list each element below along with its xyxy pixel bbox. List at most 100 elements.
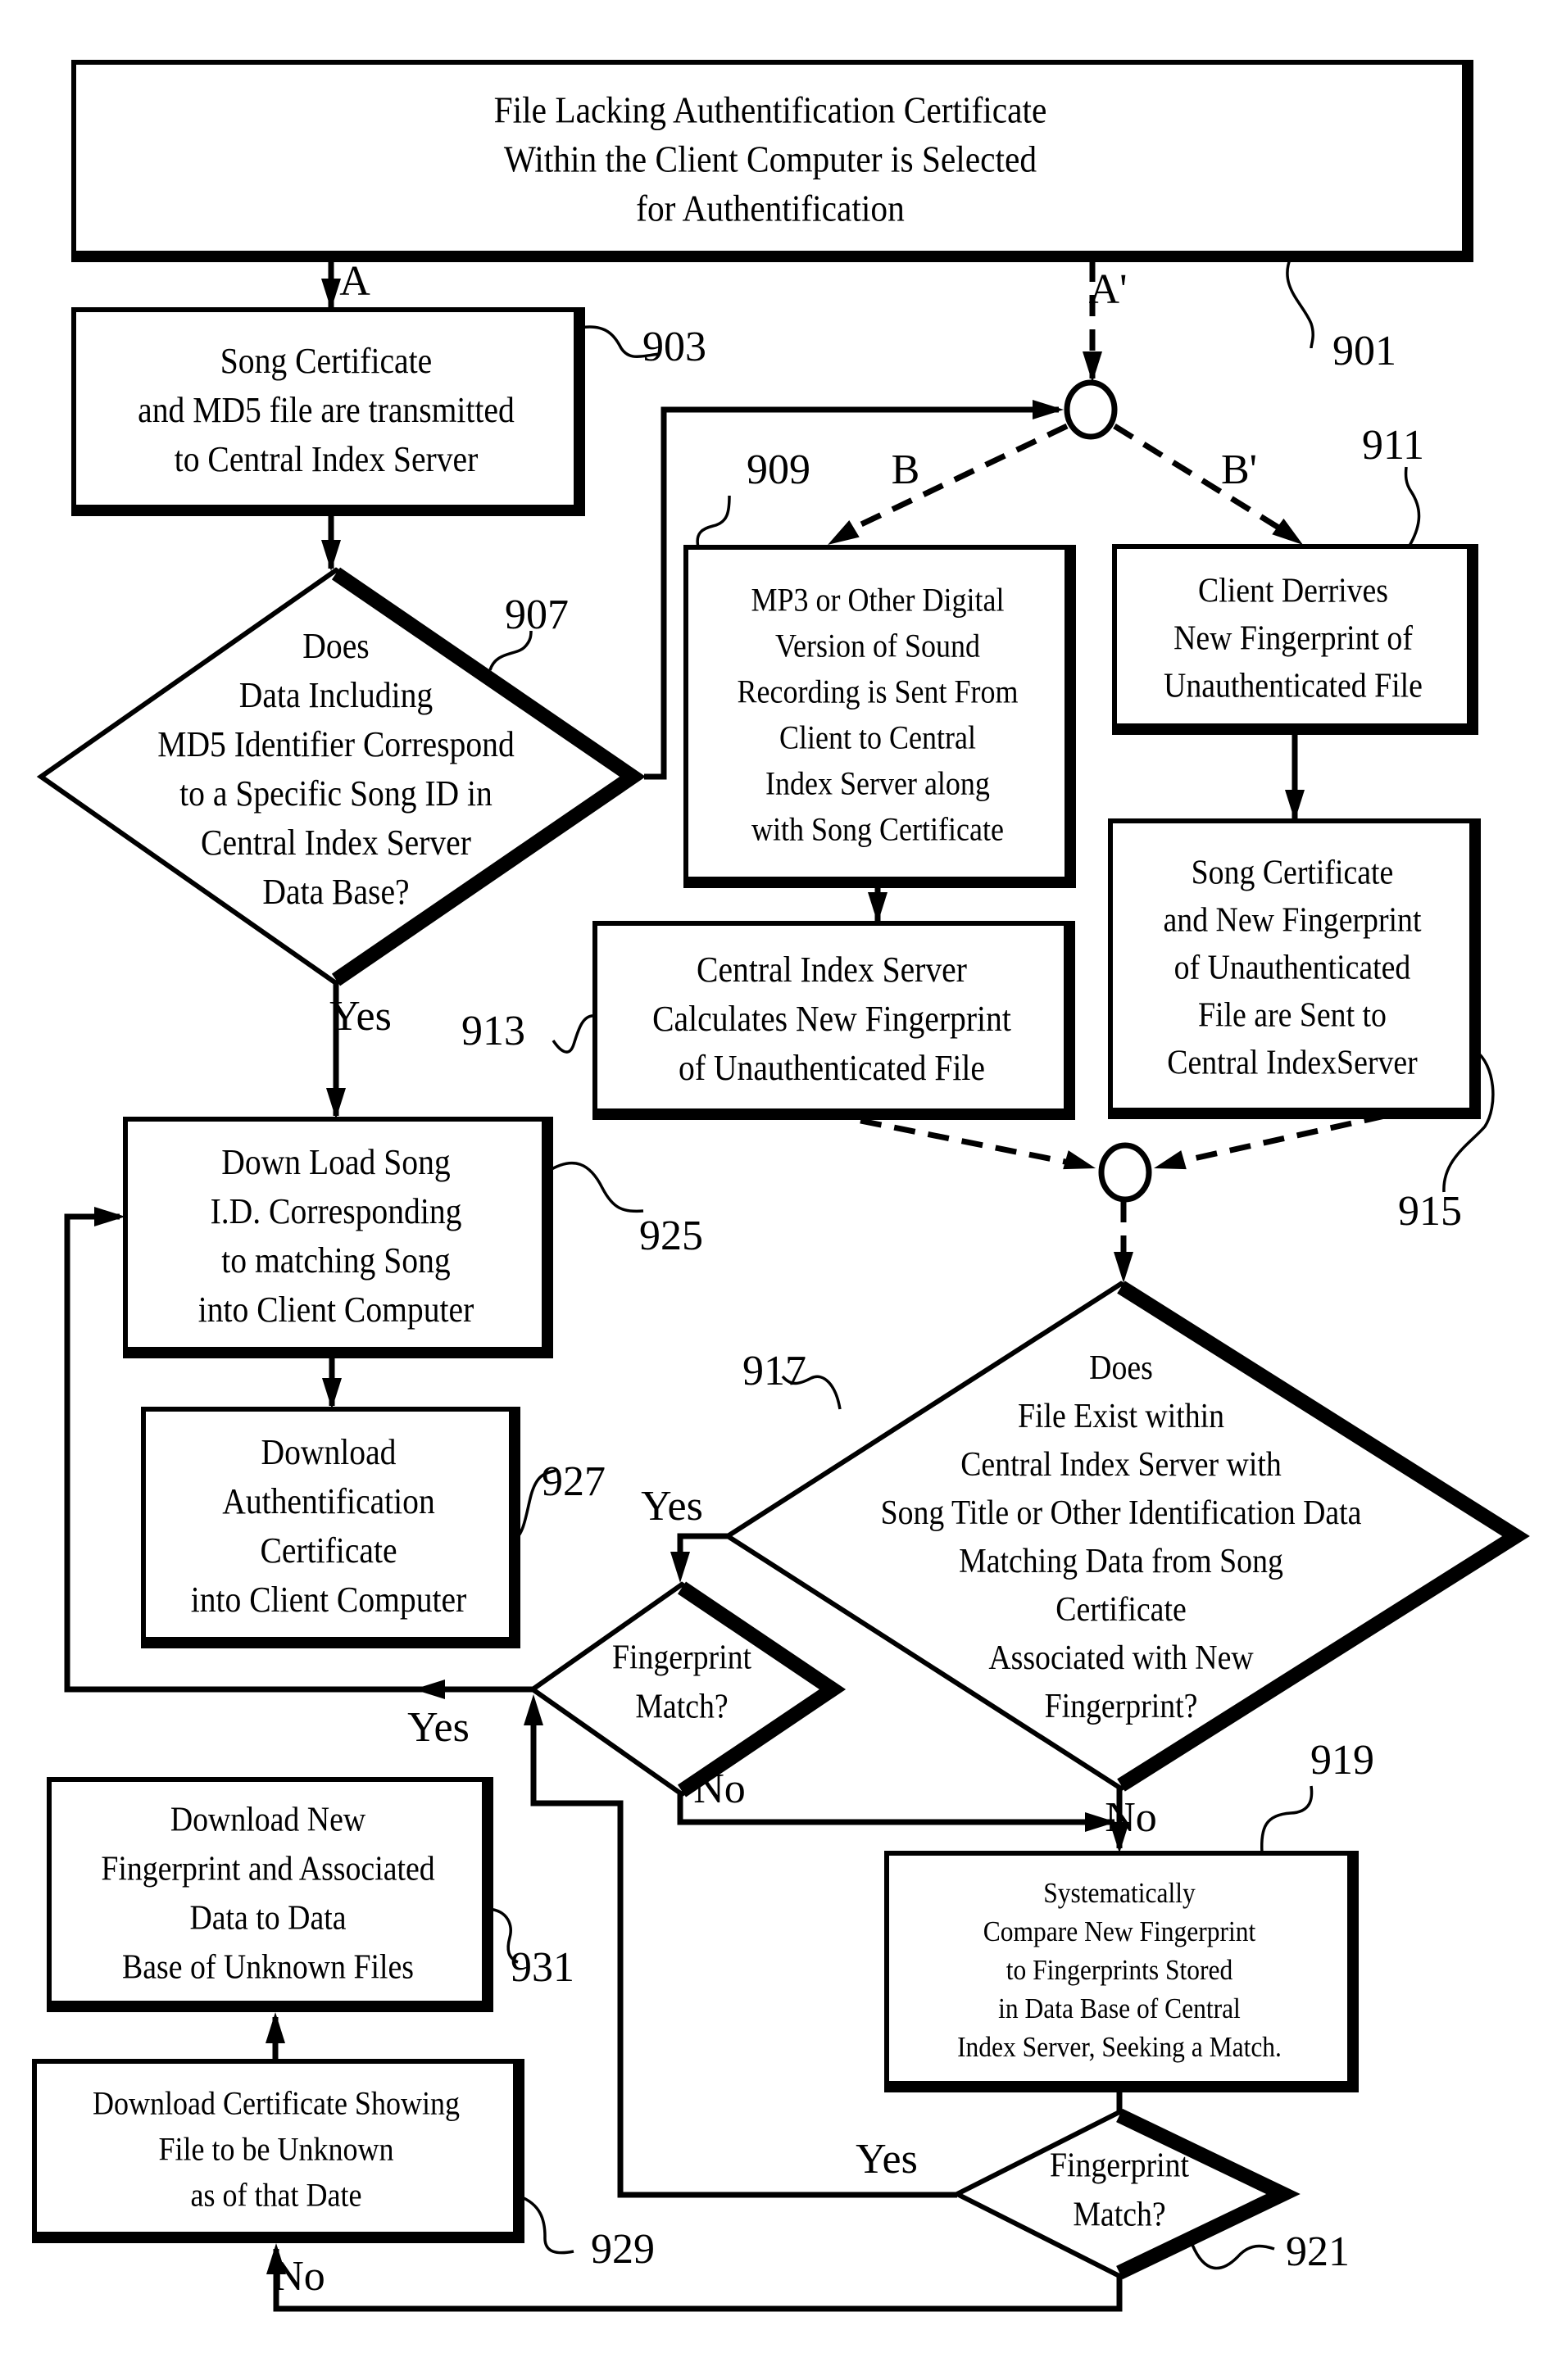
- edge-label-yes-fp1: Yes: [407, 1704, 470, 1751]
- node-text-line: New Fingerprint of: [1173, 619, 1413, 657]
- node-text-line: to Central Index Server: [175, 439, 479, 479]
- arrowhead-icon: [1063, 1150, 1096, 1170]
- node-text-line: Index Server along: [765, 765, 990, 802]
- node-text-line: Client Derrives: [1198, 572, 1388, 610]
- node-jTop-junction: [1064, 379, 1118, 440]
- node-jBottom-junction: [1098, 1142, 1152, 1203]
- reference-numeral: 901: [1332, 328, 1396, 374]
- box-shadow-bottom: [47, 2001, 493, 2012]
- node-text-line: Download New: [170, 1801, 366, 1838]
- node-text-line: Index Server, Seeking a Match.: [957, 2031, 1282, 2063]
- node-text-line: Fingerprint: [612, 1639, 751, 1676]
- arrowhead-icon: [1033, 400, 1064, 419]
- arrowhead-icon: [321, 279, 341, 310]
- node-text-line: Authentification: [222, 1481, 435, 1521]
- arrowhead-icon: [414, 1680, 445, 1699]
- edge-junction-to-909: [842, 423, 1069, 536]
- box-shadow-right: [1462, 60, 1473, 262]
- arrowhead-icon: [326, 1088, 346, 1119]
- node-text-line: Certificate: [260, 1530, 397, 1571]
- node-text-line: Central IndexServer: [1167, 1044, 1417, 1081]
- node-text-line: Central Index Server: [697, 950, 967, 990]
- reference-numeral: 927: [542, 1458, 606, 1505]
- box-shadow-bottom: [71, 505, 585, 516]
- box-shadow-right: [1469, 818, 1481, 1119]
- node-text-line: into Client Computer: [191, 1580, 467, 1620]
- node-text-line: with Song Certificate: [751, 811, 1004, 848]
- node-text-line: I.D. Corresponding: [211, 1191, 462, 1231]
- junction-circle: [1098, 1142, 1152, 1203]
- edge-label-yes-917: Yes: [641, 1483, 703, 1530]
- node-text-line: Within the Client Computer is Selected: [504, 138, 1037, 180]
- node-text-line: in Data Base of Central: [998, 1992, 1241, 2024]
- node-text-line: Certificate: [1055, 1591, 1187, 1629]
- node-text-line: and New Fingerprint: [1164, 901, 1422, 939]
- edge-label-no-fp1: No: [693, 1766, 746, 1812]
- edge-label-a: A: [339, 258, 370, 305]
- node-text-line: Match?: [1073, 2196, 1165, 2233]
- node-text-line: Recording is Sent From: [738, 673, 1019, 710]
- node-text-line: as of that Date: [191, 2177, 362, 2214]
- node-nFP1-diamond: Fingerprint Match?: [528, 1581, 847, 1797]
- node-909-box: MP3 or Other Digital Version of Sound Reco…: [683, 545, 1076, 888]
- node-text-line: File Exist within: [1018, 1398, 1224, 1435]
- node-text-line: Central Index Server with: [960, 1446, 1282, 1484]
- box-shadow-right: [1467, 544, 1478, 735]
- node-text-line: Song Title or Other Identification Data: [881, 1494, 1362, 1532]
- box-shadow-right: [513, 2059, 524, 2243]
- reference-leader-line: [696, 495, 731, 548]
- box-shadow-right: [542, 1117, 553, 1358]
- arrowhead-icon: [266, 2012, 285, 2043]
- node-903-box: Song Certificate and MD5 file are transmi…: [71, 307, 585, 516]
- node-921-diamond: Fingerprint Match?: [951, 2108, 1301, 2280]
- node-text-line: Song Certificate: [220, 341, 432, 381]
- reference-leader-line: [1286, 256, 1314, 349]
- box-shadow-right: [1065, 545, 1076, 888]
- node-text-line: of Unauthenticated File: [679, 1048, 985, 1088]
- edge-label-no-921: No: [273, 2253, 325, 2300]
- node-text-line: Match?: [635, 1688, 728, 1725]
- node-text-line: File are Sent to: [1198, 996, 1387, 1034]
- node-text-line: Fingerprint and Associated: [101, 1850, 434, 1888]
- node-text-line: Download Certificate Showing: [93, 2085, 460, 2122]
- box-shadow-bottom: [592, 1108, 1075, 1120]
- node-text-line: Unauthenticated File: [1164, 667, 1423, 705]
- node-text-line: MD5 Identifier Correspond: [157, 724, 515, 764]
- arrowhead-icon: [321, 540, 341, 571]
- arrowhead-icon: [1272, 518, 1303, 545]
- reference-leader-line: [1191, 2244, 1275, 2270]
- node-929-box: Download Certificate Showing File to be U…: [32, 2059, 524, 2243]
- node-text-line: Associated with New: [988, 1639, 1254, 1677]
- box-shadow-right: [482, 1777, 493, 2012]
- reference-numeral: 919: [1310, 1737, 1374, 1784]
- arrowhead-icon: [868, 892, 887, 923]
- node-text-line: Does: [302, 626, 369, 666]
- reference-numeral: 915: [1398, 1188, 1462, 1235]
- arrowhead-icon: [322, 1378, 342, 1409]
- node-text-line: Does: [1089, 1349, 1153, 1387]
- node-text-line: MP3 or Other Digital: [751, 582, 1005, 619]
- arrowhead-icon: [1285, 790, 1305, 821]
- node-text-line: Matching Data from Song: [959, 1543, 1283, 1580]
- reference-leader-line: [552, 1014, 596, 1054]
- reference-numeral: 911: [1362, 422, 1424, 469]
- node-919-box: Systematically Compare New Fingerprint to …: [884, 1851, 1359, 2092]
- reference-numeral: 913: [461, 1008, 525, 1054]
- node-text-line: Data to Data: [189, 1899, 346, 1937]
- edge-label-yes-921: Yes: [856, 2136, 918, 2183]
- nodes-layer: File Lacking Authentification Certificat…: [32, 60, 1530, 2280]
- box-shadow-bottom: [123, 1347, 553, 1358]
- node-927-box: Download Authentification Certificate into …: [141, 1407, 520, 1648]
- node-text-line: Data Base?: [262, 872, 409, 912]
- reference-numeral: 907: [505, 592, 569, 638]
- node-text-line: to Fingerprints Stored: [1006, 1954, 1233, 1986]
- edge-label-no-917: No: [1105, 1794, 1157, 1841]
- node-931-box: Download New Fingerprint and Associated Da…: [47, 1777, 493, 2012]
- node-text-line: and MD5 file are transmitted: [138, 390, 515, 430]
- edge-913-to-junction-bottom: [860, 1117, 1083, 1168]
- node-text-line: Data Including: [239, 675, 433, 715]
- box-shadow-bottom: [683, 877, 1076, 888]
- node-text-line: Client to Central: [779, 719, 976, 756]
- edge-junction-to-911: [1113, 424, 1288, 535]
- reference-numeral: 917: [742, 1348, 806, 1394]
